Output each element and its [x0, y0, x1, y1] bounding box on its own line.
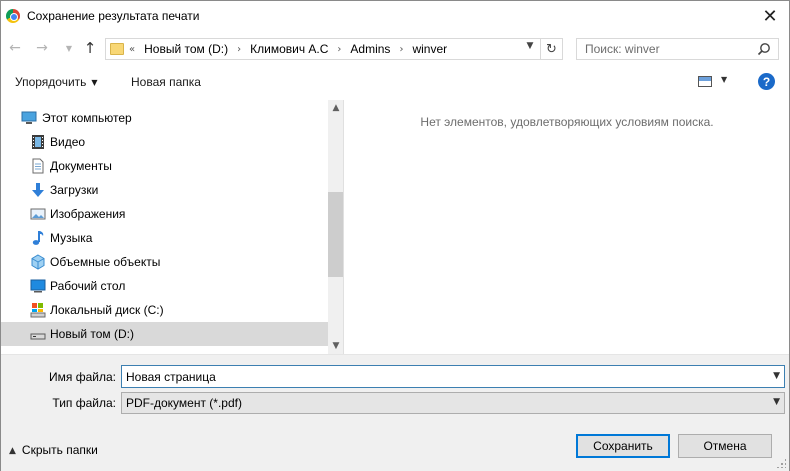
tree-item-label: Изображения: [50, 207, 126, 221]
hide-folders-button[interactable]: ▲ Скрыть папки: [9, 443, 98, 457]
computer-icon: [21, 111, 37, 124]
breadcrumb-separator[interactable]: ›: [399, 44, 403, 55]
tree-item-label: Видео: [50, 135, 86, 149]
tree-item-label: Объемные объекты: [50, 255, 161, 269]
tree-item-label: Музыка: [50, 231, 93, 245]
video-icon: [32, 135, 44, 149]
scroll-down-icon[interactable]: ▼: [328, 338, 343, 354]
tree-item-label: Локальный диск (C:): [50, 303, 164, 317]
address-dropdown-button[interactable]: ▼: [521, 36, 539, 56]
filename-field[interactable]: ▼: [121, 365, 785, 388]
recent-locations-button[interactable]: ▼: [61, 40, 77, 56]
hide-folders-label: Скрыть папки: [21, 443, 98, 457]
arrow-right-icon: →: [36, 40, 48, 56]
breadcrumb-item-user[interactable]: Климович А.С: [250, 42, 328, 56]
save-options-panel: Имя файла: ▼ Тип файла: PDF-документ (*.…: [1, 354, 789, 471]
breadcrumb: « Новый том (D:) › Климович А.С › Admins…: [129, 42, 456, 56]
save-button[interactable]: Сохранить: [576, 434, 670, 458]
address-bar[interactable]: « Новый том (D:) › Климович А.С › Admins…: [105, 38, 541, 60]
back-button[interactable]: ←: [7, 40, 23, 56]
chrome-icon: [6, 9, 20, 23]
resize-grip[interactable]: [776, 458, 786, 468]
chevron-down-icon: ▼: [91, 78, 98, 87]
tree-item-desktop[interactable]: Рабочий стол: [1, 274, 328, 298]
close-icon: ✕: [762, 5, 778, 27]
3d-objects-icon: [31, 254, 45, 270]
empty-message: Нет элементов, удовлетворяющих условиям …: [420, 115, 714, 129]
tree-item-downloads[interactable]: Загрузки: [1, 178, 328, 202]
chevron-down-icon: ▼: [65, 43, 73, 53]
up-button[interactable]: ↑: [82, 39, 98, 57]
new-folder-button[interactable]: Новая папка: [131, 75, 201, 89]
tree-item-pictures[interactable]: Изображения: [1, 202, 328, 226]
refresh-button[interactable]: ↻: [541, 38, 563, 60]
scroll-thumb[interactable]: [328, 192, 343, 277]
breadcrumb-item-admins[interactable]: Admins: [350, 42, 390, 56]
tree-item-label: Новый том (D:): [50, 327, 134, 341]
help-icon[interactable]: ?: [758, 73, 775, 90]
downloads-icon: [32, 183, 44, 197]
tree-item-3d-objects[interactable]: Объемные объекты: [1, 250, 328, 274]
tree-item-local-disk-c[interactable]: Локальный диск (C:): [1, 298, 328, 322]
filename-label: Имя файла:: [49, 370, 116, 384]
organize-label: Упорядочить: [15, 75, 87, 89]
filetype-label: Тип файла:: [52, 396, 116, 410]
documents-icon: [32, 158, 44, 174]
chevron-down-icon: ▼: [773, 397, 780, 407]
title-bar: Сохранение результата печати ✕: [1, 1, 789, 32]
drive-icon: [30, 333, 46, 340]
arrow-left-icon: ←: [9, 40, 21, 56]
scroll-up-icon[interactable]: ▲: [328, 100, 343, 116]
close-button[interactable]: ✕: [751, 1, 789, 31]
tree-item-video[interactable]: Видео: [1, 130, 328, 154]
breadcrumb-item-drive[interactable]: Новый том (D:): [144, 42, 228, 56]
search-icon[interactable]: [757, 42, 771, 56]
window-title: Сохранение результата печати: [27, 9, 200, 23]
command-bar: Упорядочить ▼ Новая папка: [1, 65, 789, 98]
navigation-pane: Этот компьютер Видео Документы Загрузки …: [1, 100, 344, 354]
filetype-select[interactable]: PDF-документ (*.pdf) ▼: [121, 392, 785, 414]
breadcrumb-overflow[interactable]: «: [129, 44, 135, 55]
forward-button[interactable]: →: [34, 40, 50, 56]
cancel-button[interactable]: Отмена: [678, 434, 772, 458]
filetype-value: PDF-документ (*.pdf): [126, 396, 242, 410]
chevron-down-icon: ▼: [526, 41, 534, 51]
tree-item-label: Рабочий стол: [50, 279, 126, 293]
refresh-icon: ↻: [546, 41, 557, 57]
chevron-up-icon: ▲: [9, 446, 16, 456]
file-list[interactable]: Нет элементов, удовлетворяющих условиям …: [345, 100, 789, 354]
nav-scrollbar[interactable]: ▲ ▼: [328, 100, 343, 354]
tree-item-label: Загрузки: [50, 183, 99, 197]
chevron-down-icon[interactable]: ▼: [773, 371, 780, 381]
tree-item-music[interactable]: Музыка: [1, 226, 328, 250]
folder-icon: [110, 43, 124, 55]
tree-item-documents[interactable]: Документы: [1, 154, 328, 178]
view-options-icon[interactable]: [698, 76, 712, 87]
tree-item-this-pc[interactable]: Этот компьютер: [1, 106, 328, 130]
tree-item-label: Этот компьютер: [42, 111, 132, 125]
filename-input[interactable]: [122, 366, 762, 387]
chevron-down-icon[interactable]: ▼: [721, 75, 727, 84]
tree-item-new-volume-d[interactable]: Новый том (D:): [1, 322, 328, 346]
music-icon: [32, 231, 44, 245]
breadcrumb-item-winver[interactable]: winver: [412, 42, 447, 56]
local-disk-icon: [30, 303, 46, 318]
organize-button[interactable]: Упорядочить ▼: [15, 75, 98, 89]
breadcrumb-separator[interactable]: ›: [337, 44, 341, 55]
desktop-icon: [30, 279, 46, 293]
pictures-icon: [30, 208, 46, 220]
tree-item-label: Документы: [50, 159, 112, 173]
save-dialog: Сохранение результата печати ✕ ← → ▼ ↑ «…: [0, 0, 790, 471]
arrow-up-icon: ↑: [83, 39, 97, 57]
breadcrumb-separator[interactable]: ›: [237, 44, 241, 55]
search-input[interactable]: [577, 39, 757, 59]
search-box[interactable]: [576, 38, 779, 60]
